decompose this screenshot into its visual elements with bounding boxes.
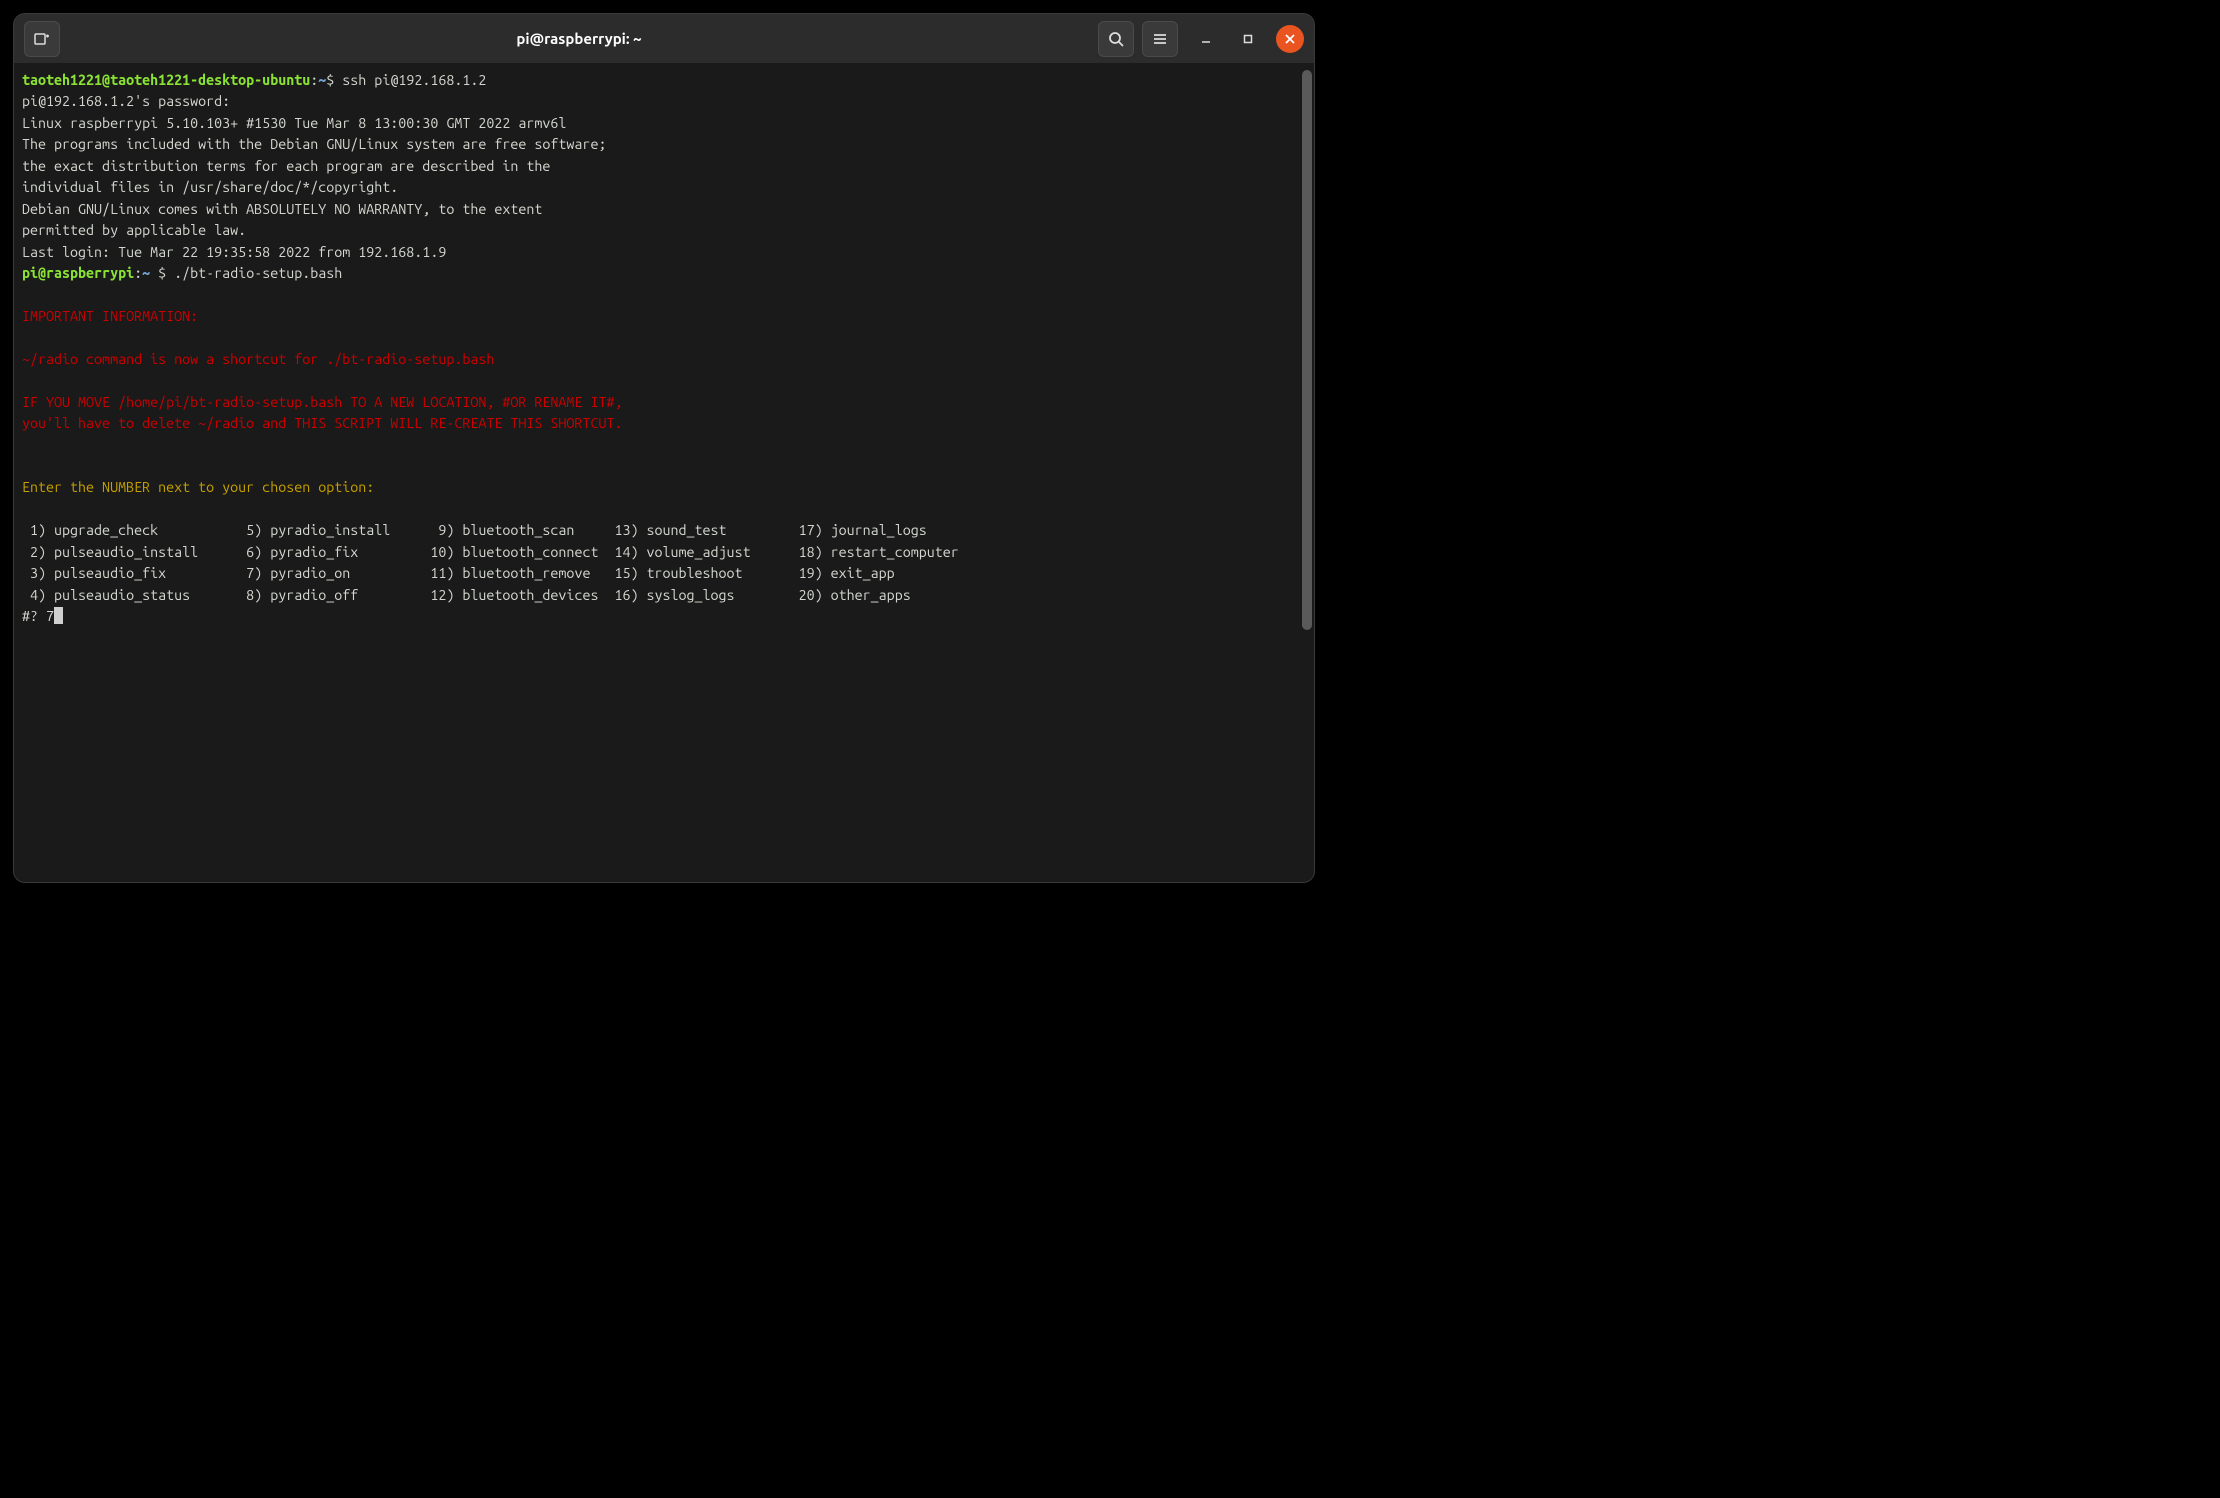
scrollbar-thumb[interactable] [1302, 70, 1312, 630]
cursor [54, 607, 63, 624]
command: ssh pi@192.168.1.2 [334, 72, 486, 88]
input-line[interactable]: #? 7 [22, 606, 1306, 627]
output-line: Last login: Tue Mar 22 19:35:58 2022 fro… [22, 242, 1306, 263]
command: ./bt-radio-setup.bash [166, 265, 342, 281]
close-icon [1285, 34, 1295, 44]
new-tab-button[interactable] [24, 21, 60, 57]
prompt-line-2: pi@raspberrypi:~ $ ./bt-radio-setup.bash [22, 263, 1306, 284]
menu-row: 3) pulseaudio_fix 7) pyradio_on 11) blue… [22, 563, 1306, 584]
user-host: pi@raspberrypi [22, 265, 134, 281]
terminal-window: pi@raspberrypi: ~ [13, 13, 1315, 883]
menu-row: 4) pulseaudio_status 8) pyradio_off 12) … [22, 585, 1306, 606]
output-line: Debian GNU/Linux comes with ABSOLUTELY N… [22, 199, 1306, 220]
output-line: the exact distribution terms for each pr… [22, 156, 1306, 177]
warning-line: ~/radio command is now a shortcut for ./… [22, 349, 1306, 370]
output-line: Linux raspberrypi 5.10.103+ #1530 Tue Ma… [22, 113, 1306, 134]
hamburger-icon [1152, 31, 1168, 47]
menu-prompt: Enter the NUMBER next to your chosen opt… [22, 477, 1306, 498]
output-line: permitted by applicable law. [22, 220, 1306, 241]
user-input: 7 [46, 608, 54, 624]
menu-button[interactable] [1142, 21, 1178, 57]
close-button[interactable] [1276, 25, 1304, 53]
prompt-line-1: taoteh1221@taoteh1221-desktop-ubuntu:~$ … [22, 70, 1306, 91]
output-line: pi@192.168.1.2's password: [22, 91, 1306, 112]
warning-line: you'll have to delete ~/radio and THIS S… [22, 413, 1306, 434]
window-title: pi@raspberrypi: ~ [60, 30, 1098, 47]
maximize-button[interactable] [1234, 25, 1262, 53]
path: ~ [142, 265, 158, 281]
menu-row: 1) upgrade_check 5) pyradio_install 9) b… [22, 520, 1306, 541]
titlebar: pi@raspberrypi: ~ [14, 14, 1314, 64]
new-tab-icon [33, 30, 51, 48]
user-host: taoteh1221@taoteh1221-desktop-ubuntu [22, 72, 310, 88]
maximize-icon [1243, 34, 1253, 44]
minimize-button[interactable] [1192, 25, 1220, 53]
search-button[interactable] [1098, 21, 1134, 57]
search-icon [1108, 31, 1124, 47]
warning-line: IMPORTANT INFORMATION: [22, 306, 1306, 327]
minimize-icon [1201, 34, 1211, 44]
menu-row: 2) pulseaudio_install 6) pyradio_fix 10)… [22, 542, 1306, 563]
terminal-body[interactable]: taoteh1221@taoteh1221-desktop-ubuntu:~$ … [14, 64, 1314, 882]
output-line: individual files in /usr/share/doc/*/cop… [22, 177, 1306, 198]
warning-line: IF YOU MOVE /home/pi/bt-radio-setup.bash… [22, 392, 1306, 413]
output-line: The programs included with the Debian GN… [22, 134, 1306, 155]
